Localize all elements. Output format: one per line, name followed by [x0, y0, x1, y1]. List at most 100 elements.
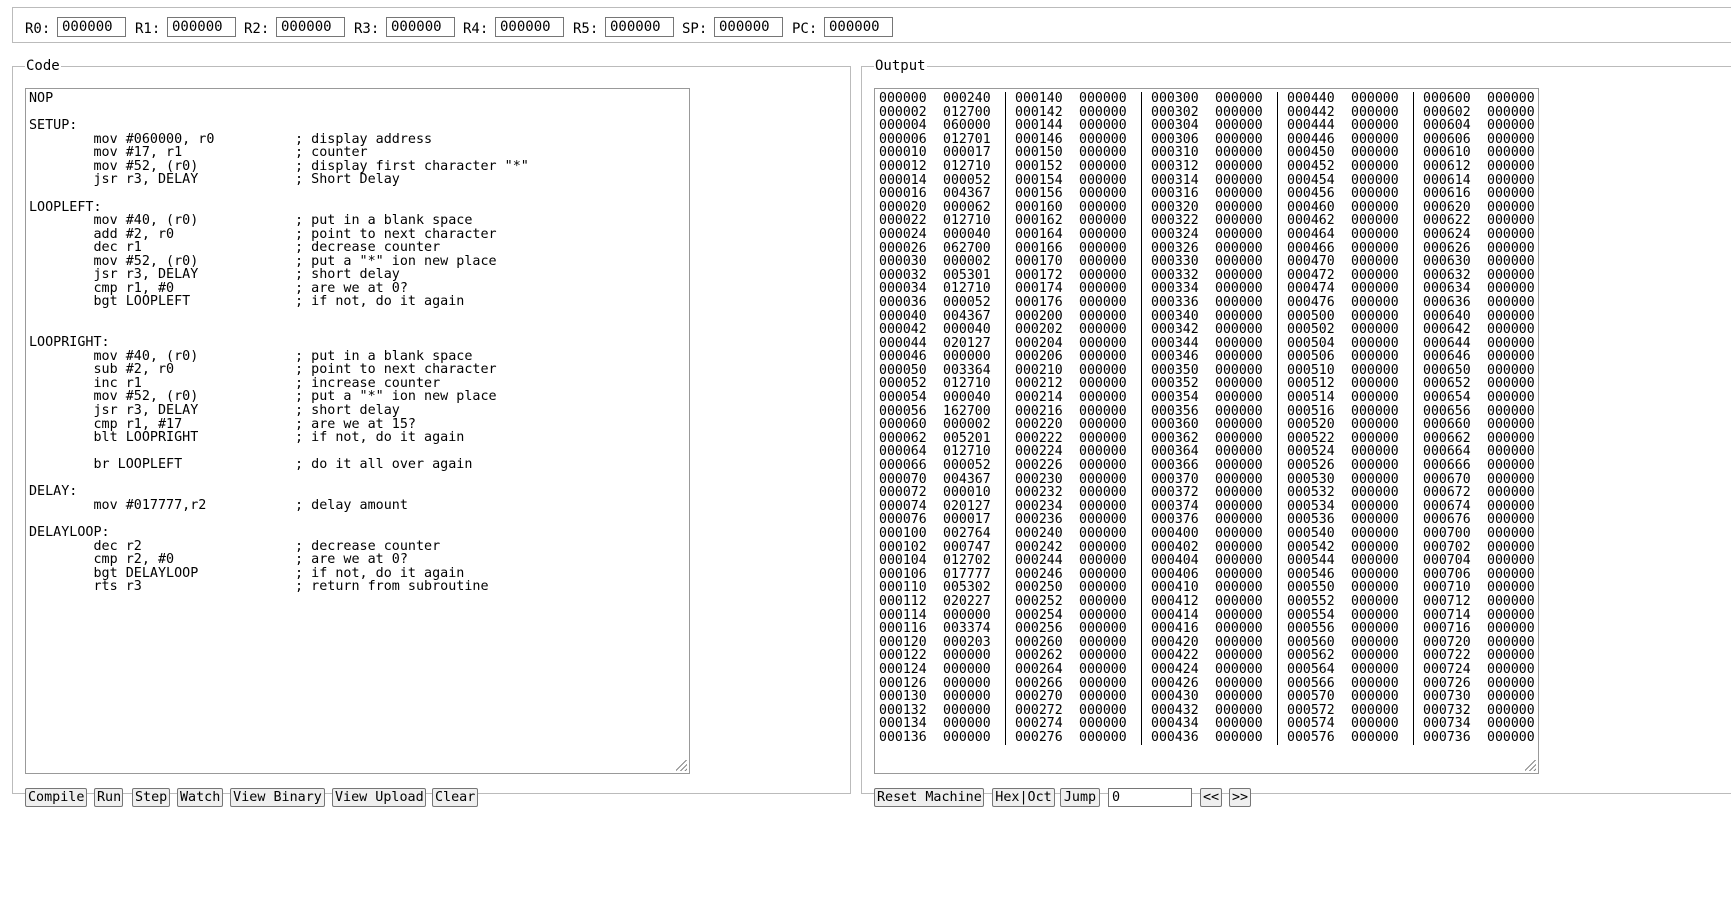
- code-editor[interactable]: NOP SETUP: mov #060000, r0 ; display add…: [25, 88, 690, 774]
- column-divider: [1413, 594, 1414, 609]
- memory-value: 000000: [1079, 621, 1127, 637]
- memory-value: 000000: [1487, 240, 1535, 256]
- compile-button[interactable]: Compile: [25, 788, 87, 807]
- memory-address: 000052: [879, 376, 927, 392]
- memory-value: 000000: [1487, 444, 1535, 460]
- register-value-input[interactable]: [824, 17, 893, 37]
- column-divider: [1277, 119, 1278, 133]
- column-divider: [1005, 404, 1006, 419]
- column-divider: [1141, 567, 1142, 582]
- memory-value: 000000: [1487, 621, 1535, 637]
- memory-value: 000000: [1487, 566, 1535, 582]
- column-divider: [1413, 690, 1414, 704]
- memory-address: 000304: [1151, 118, 1199, 134]
- code-source[interactable]: NOP SETUP: mov #060000, r0 ; display add…: [29, 92, 529, 594]
- run-button[interactable]: Run: [94, 788, 123, 807]
- memory-value: 000000: [1079, 145, 1127, 161]
- column-divider: [1277, 391, 1278, 405]
- register-value-input[interactable]: [495, 17, 564, 37]
- memory-address: 000404: [1151, 553, 1199, 569]
- memory-address: 000536: [1287, 512, 1335, 528]
- memory-value: 000000: [1215, 566, 1263, 582]
- register-label: SP:: [682, 21, 708, 37]
- column-divider: [1413, 200, 1414, 215]
- resize-grip-icon[interactable]: [676, 760, 687, 771]
- column-divider: [1141, 431, 1142, 446]
- column-divider: [1141, 594, 1142, 609]
- memory-value: 012710: [943, 281, 991, 297]
- memory-value: 000000: [1487, 498, 1535, 514]
- hex-oct-button[interactable]: Hex|Oct: [992, 788, 1055, 807]
- column-divider: [1141, 690, 1142, 704]
- memory-value: 000203: [943, 634, 991, 650]
- memory-address: 000240: [1015, 526, 1063, 541]
- memory-value: 000000: [1487, 471, 1535, 487]
- memory-value: 000000: [1487, 390, 1535, 406]
- memory-value: 000000: [1215, 199, 1263, 215]
- column-divider: [1005, 309, 1006, 324]
- view-binary-button[interactable]: View Binary: [230, 788, 325, 807]
- memory-value: 000000: [1215, 403, 1263, 419]
- memory-address: 000400: [1151, 526, 1199, 541]
- memory-value: 000000: [1487, 661, 1535, 677]
- memory-value: 000000: [1215, 621, 1263, 637]
- memory-address: 000654: [1423, 390, 1471, 406]
- memory-value: 000000: [1215, 430, 1263, 446]
- memory-address: 000542: [1287, 539, 1335, 555]
- reset-machine-button[interactable]: Reset Machine: [874, 788, 984, 807]
- memory-address: 000446: [1287, 131, 1335, 147]
- register-value-input[interactable]: [167, 17, 236, 37]
- memory-value: 000000: [1079, 471, 1127, 487]
- memory-address: 000234: [1015, 498, 1063, 514]
- watch-button[interactable]: Watch: [177, 788, 223, 807]
- step-button[interactable]: Step: [132, 788, 170, 807]
- memory-value: 000000: [1215, 485, 1263, 501]
- memory-value: 012710: [943, 376, 991, 392]
- column-divider: [1005, 730, 1006, 745]
- memory-address: 000142: [1015, 104, 1063, 120]
- memory-value: 017777: [943, 566, 991, 582]
- register-value-input[interactable]: [276, 17, 345, 37]
- memory-address: 000424: [1151, 661, 1199, 677]
- memory-value: 000000: [1079, 702, 1127, 718]
- column-divider: [1141, 703, 1142, 718]
- register-value-input[interactable]: [605, 17, 674, 37]
- column-divider: [1413, 431, 1414, 446]
- memory-value: 000000: [1487, 458, 1535, 474]
- memory-value: 000000: [1215, 634, 1263, 650]
- jump-button[interactable]: Jump: [1060, 788, 1100, 807]
- memory-address: 000252: [1015, 593, 1063, 609]
- memory-value: 000002: [943, 417, 991, 433]
- column-divider: [1277, 255, 1278, 269]
- memory-value: 004367: [943, 308, 991, 324]
- memory-address: 000450: [1287, 145, 1335, 161]
- memory-view[interactable]: 000000 000240 000140 000000 000300 000000 0004…: [874, 88, 1539, 774]
- column-divider: [1005, 622, 1006, 636]
- column-divider: [1277, 608, 1278, 623]
- resize-grip-icon[interactable]: [1525, 760, 1536, 771]
- register-value-input[interactable]: [57, 17, 126, 37]
- memory-value: 000000: [1079, 390, 1127, 406]
- memory-value: 062700: [943, 240, 991, 256]
- memory-address: 000310: [1151, 145, 1199, 161]
- prev-page-button[interactable]: <<: [1200, 788, 1222, 807]
- view-upload-button[interactable]: View Upload: [332, 788, 426, 807]
- memory-value: 000000: [1215, 702, 1263, 718]
- output-panel: Output 000000 000240 000140 000000 000300 000…: [861, 58, 1731, 807]
- clear-button[interactable]: Clear: [432, 788, 478, 807]
- memory-address: 000032: [879, 267, 927, 283]
- memory-value: 000000: [943, 716, 991, 732]
- register-value-input[interactable]: [386, 17, 455, 37]
- column-divider: [1005, 527, 1006, 541]
- memory-value: 000000: [1351, 199, 1399, 215]
- memory-value: 000000: [1487, 199, 1535, 215]
- column-divider: [1277, 214, 1278, 228]
- memory-address: 000700: [1423, 526, 1471, 541]
- next-page-button[interactable]: >>: [1229, 788, 1251, 807]
- memory-address: 000512: [1287, 376, 1335, 392]
- jump-address-input[interactable]: [1108, 788, 1192, 807]
- memory-address: 000200: [1015, 308, 1063, 324]
- memory-value: 000000: [1215, 675, 1263, 691]
- register-value-input[interactable]: [714, 17, 783, 37]
- memory-value: 000000: [1351, 485, 1399, 501]
